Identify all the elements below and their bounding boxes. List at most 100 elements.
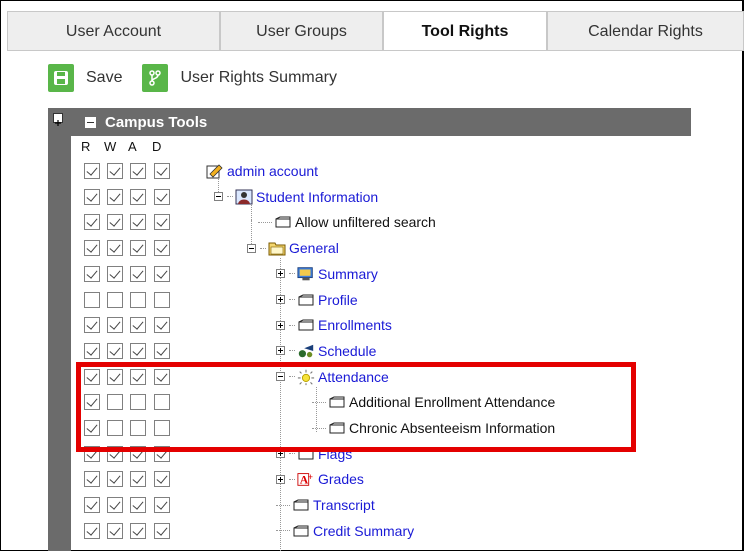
add-checkbox[interactable] bbox=[130, 240, 146, 257]
tree-node-label: Enrollments bbox=[318, 317, 392, 334]
delete-checkbox[interactable] bbox=[154, 497, 170, 514]
write-checkbox[interactable] bbox=[107, 471, 123, 488]
tree-node[interactable]: A + Grades bbox=[276, 467, 364, 491]
row-general: General bbox=[0, 236, 700, 262]
tree-node-label: Credit Summary bbox=[313, 522, 415, 539]
tree-node[interactable]: Enrollments bbox=[276, 313, 392, 337]
read-checkbox[interactable] bbox=[84, 342, 100, 359]
read-checkbox[interactable] bbox=[84, 317, 100, 334]
collapse-icon[interactable] bbox=[85, 116, 96, 128]
row-profile: Profile bbox=[0, 288, 700, 314]
delete-checkbox[interactable] bbox=[154, 240, 170, 257]
page-icon bbox=[292, 523, 310, 539]
add-checkbox[interactable] bbox=[130, 214, 146, 231]
tree-connector bbox=[258, 221, 272, 223]
student-icon bbox=[235, 189, 253, 205]
row-admin-account: admin account bbox=[0, 159, 700, 185]
add-checkbox[interactable] bbox=[130, 188, 146, 205]
svg-text:+: + bbox=[308, 472, 313, 482]
campus-tools-header[interactable]: Campus Tools bbox=[71, 108, 691, 136]
collapse-icon[interactable] bbox=[214, 192, 223, 202]
tree-connector bbox=[276, 530, 290, 532]
row-transcript: Transcript bbox=[0, 493, 700, 519]
tab-tool-rights[interactable]: Tool Rights bbox=[383, 11, 547, 51]
delete-checkbox[interactable] bbox=[154, 214, 170, 231]
delete-checkbox[interactable] bbox=[154, 317, 170, 334]
row-allow-unfiltered-search: Allow unfiltered search bbox=[0, 210, 700, 236]
save-icon bbox=[48, 64, 74, 92]
tree-node[interactable]: Credit Summary bbox=[276, 519, 414, 543]
expand-icon[interactable] bbox=[276, 346, 285, 356]
write-checkbox[interactable] bbox=[107, 291, 123, 308]
tree-connector bbox=[289, 350, 295, 352]
row-schedule: Schedule bbox=[0, 339, 700, 365]
user-rights-summary-label: User Rights Summary bbox=[180, 69, 337, 86]
write-checkbox[interactable] bbox=[107, 240, 123, 257]
expand-icon[interactable] bbox=[276, 320, 285, 330]
tree-node[interactable]: admin account bbox=[206, 159, 318, 183]
user-rights-summary-button[interactable]: User Rights Summary bbox=[142, 64, 337, 92]
write-checkbox[interactable] bbox=[107, 214, 123, 231]
write-checkbox[interactable] bbox=[107, 163, 123, 179]
expand-icon[interactable] bbox=[276, 269, 285, 279]
delete-checkbox[interactable] bbox=[154, 342, 170, 359]
expand-all-icon[interactable] bbox=[53, 113, 63, 126]
save-button[interactable]: Save bbox=[48, 64, 122, 92]
read-checkbox[interactable] bbox=[84, 265, 100, 282]
add-checkbox[interactable] bbox=[130, 317, 146, 334]
read-checkbox[interactable] bbox=[84, 291, 100, 308]
tree-node-label: Student Information bbox=[256, 188, 379, 205]
tab-user-groups[interactable]: User Groups bbox=[220, 11, 383, 51]
read-checkbox[interactable] bbox=[84, 471, 100, 488]
read-checkbox[interactable] bbox=[84, 522, 100, 539]
tree-node-label: General bbox=[289, 240, 339, 257]
read-checkbox[interactable] bbox=[84, 240, 100, 257]
tree-connector bbox=[289, 453, 295, 455]
read-checkbox[interactable] bbox=[84, 188, 100, 205]
write-checkbox[interactable] bbox=[107, 342, 123, 359]
write-checkbox[interactable] bbox=[107, 497, 123, 514]
page-icon bbox=[297, 317, 315, 333]
delete-checkbox[interactable] bbox=[154, 471, 170, 488]
add-checkbox[interactable] bbox=[130, 497, 146, 514]
add-checkbox[interactable] bbox=[130, 342, 146, 359]
add-checkbox[interactable] bbox=[130, 471, 146, 488]
write-checkbox[interactable] bbox=[107, 188, 123, 205]
expand-icon[interactable] bbox=[276, 295, 285, 304]
tab-calendar-rights[interactable]: Calendar Rights bbox=[547, 11, 744, 51]
tab-user-account[interactable]: User Account bbox=[7, 11, 220, 51]
expand-icon[interactable] bbox=[276, 474, 285, 484]
add-checkbox[interactable] bbox=[130, 265, 146, 282]
tree-node[interactable]: Transcript bbox=[276, 493, 375, 517]
delete-checkbox[interactable] bbox=[154, 291, 170, 308]
read-checkbox[interactable] bbox=[84, 163, 100, 179]
branch-icon bbox=[142, 64, 169, 92]
tree-node[interactable]: General bbox=[247, 236, 339, 260]
schedule-icon bbox=[297, 343, 315, 359]
write-checkbox[interactable] bbox=[107, 522, 123, 539]
tree-node[interactable]: Student Information bbox=[214, 185, 378, 209]
page-icon bbox=[297, 292, 315, 308]
row-summary: Summary bbox=[0, 262, 700, 288]
delete-checkbox[interactable] bbox=[154, 163, 170, 179]
tree-node[interactable]: Allow unfiltered search bbox=[258, 210, 436, 234]
add-checkbox[interactable] bbox=[130, 291, 146, 308]
delete-checkbox[interactable] bbox=[154, 265, 170, 282]
read-checkbox[interactable] bbox=[84, 497, 100, 514]
tree-node[interactable]: Profile bbox=[276, 288, 358, 312]
write-checkbox[interactable] bbox=[107, 265, 123, 282]
tree-node[interactable]: Schedule bbox=[276, 339, 376, 363]
read-checkbox[interactable] bbox=[84, 214, 100, 231]
edit-icon bbox=[206, 163, 224, 179]
tree-connector bbox=[289, 324, 295, 326]
tree-connector bbox=[289, 299, 295, 300]
add-checkbox[interactable] bbox=[130, 163, 146, 179]
delete-checkbox[interactable] bbox=[154, 188, 170, 205]
add-checkbox[interactable] bbox=[130, 522, 146, 539]
tree-node[interactable]: Summary bbox=[276, 262, 378, 286]
delete-checkbox[interactable] bbox=[154, 522, 170, 539]
tree-node-label: Summary bbox=[318, 265, 378, 282]
monitor-icon bbox=[297, 266, 315, 282]
collapse-icon[interactable] bbox=[247, 243, 256, 253]
write-checkbox[interactable] bbox=[107, 317, 123, 334]
